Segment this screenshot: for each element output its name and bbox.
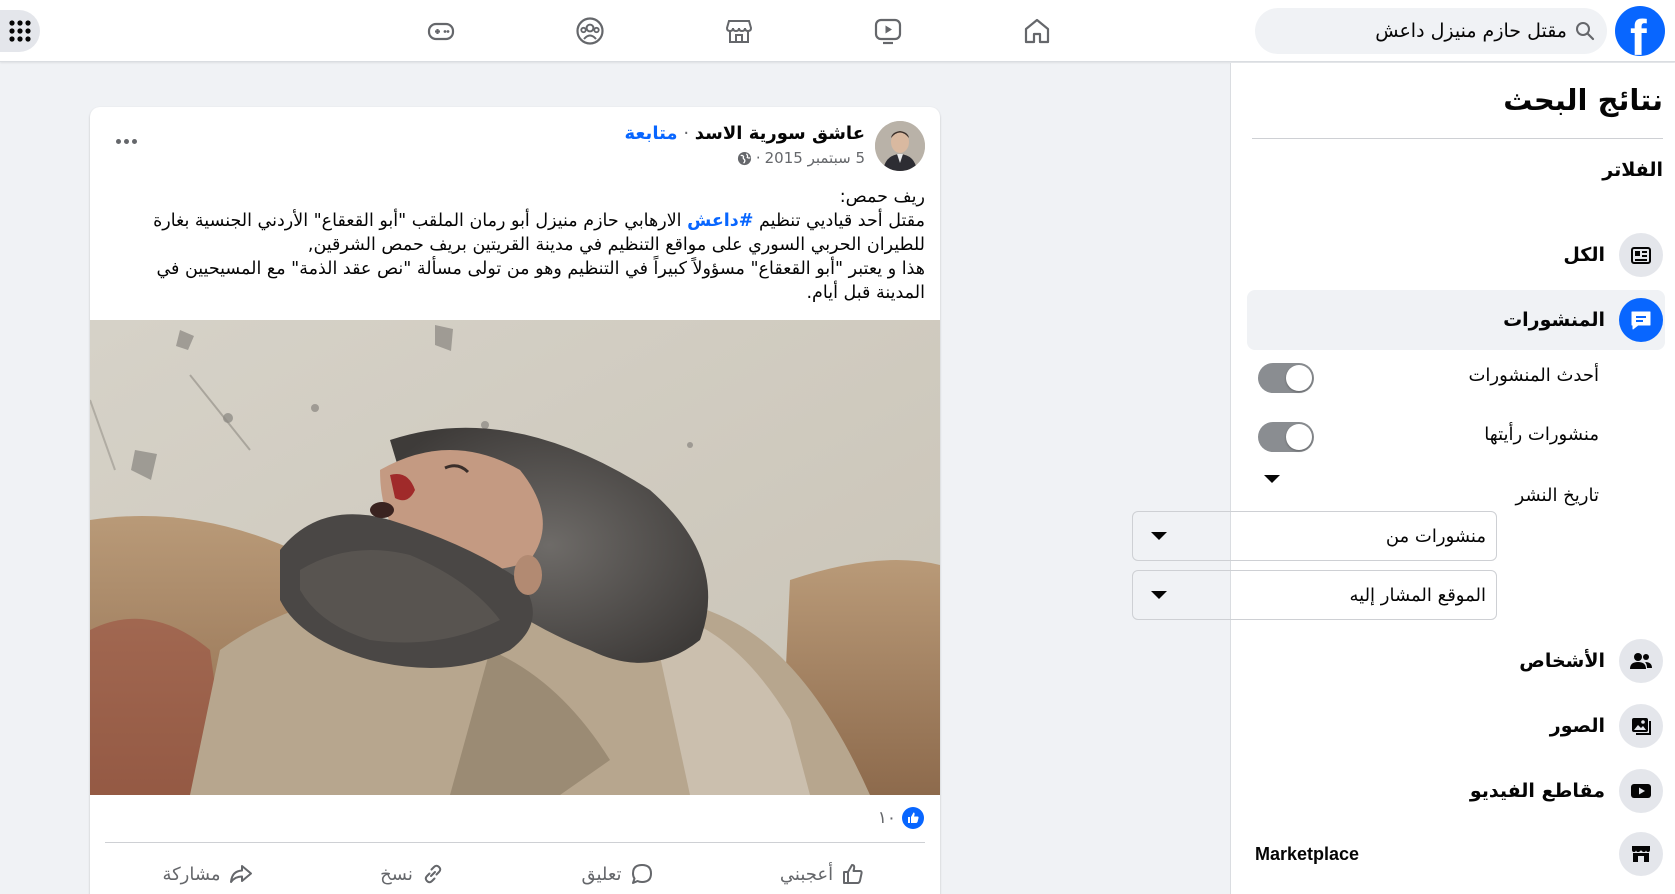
copy-label: نسخ: [380, 863, 413, 885]
search-input[interactable]: مقتل حازم منيزل داعش: [1375, 8, 1567, 54]
filter-label-all: الكل: [1563, 244, 1605, 266]
watch-icon: [874, 18, 902, 45]
gaming-icon: [427, 22, 455, 41]
search-sidebar: نتائج البحث الفلاتر الكل المنشورات أحدث …: [1132, 63, 1675, 894]
divider: [1252, 138, 1663, 139]
reaction-count: ١٠: [877, 808, 896, 828]
like-reaction-icon: [902, 807, 924, 829]
store-icon: [1632, 846, 1650, 862]
copy-button[interactable]: نسخ: [310, 852, 515, 894]
globe-icon: [737, 151, 751, 165]
seen-posts-label: منشورات رأيتها: [1484, 424, 1599, 445]
top-bar: مقتل حازم منيزل داعش f: [0, 0, 1675, 62]
meta-separator: ·: [755, 149, 761, 167]
recent-posts-toggle[interactable]: [1258, 363, 1314, 393]
post-author-line: عاشق سورية الاسد · متابعة: [624, 123, 865, 144]
search-icon: [1576, 22, 1595, 41]
watch-nav[interactable]: [869, 12, 907, 50]
home-nav[interactable]: [1018, 12, 1056, 50]
posts-from-dropdown[interactable]: منشورات من: [1132, 511, 1497, 561]
tagged-location-label: الموقع المشار إليه: [1349, 585, 1486, 606]
page-title: نتائج البحث: [1503, 83, 1663, 117]
facebook-logo-letter: f: [1630, 10, 1647, 56]
hashtag-link[interactable]: #داعش: [687, 211, 753, 231]
facebook-logo[interactable]: f: [1615, 6, 1665, 56]
marketplace-filter-icon[interactable]: [1619, 832, 1663, 876]
divider: [105, 842, 925, 843]
post-meta: 5 سبتمبر 2015 ·: [737, 149, 865, 167]
seen-posts-toggle[interactable]: [1258, 422, 1314, 452]
post-text: ريف حمص: مقتل أحد قياديي تنظيم #داعش الا…: [105, 185, 925, 305]
filter-label-marketplace[interactable]: Marketplace: [1255, 844, 1359, 865]
filter-label-posts: المنشورات: [1503, 309, 1605, 331]
home-icon: [1024, 18, 1050, 44]
follow-button[interactable]: متابعة: [624, 123, 677, 144]
more-dot-icon: [115, 138, 121, 144]
author-name[interactable]: عاشق سورية الاسد: [695, 123, 865, 144]
chevron-down-icon: [1151, 591, 1167, 599]
share-label: مشاركة: [162, 863, 221, 885]
filter-item-people[interactable]: الأشخاص: [1247, 631, 1665, 691]
chevron-down-icon: [1151, 532, 1167, 540]
more-dot-icon: [123, 138, 129, 144]
filter-label-videos: مقاطع الفيديو: [1469, 780, 1605, 802]
share-icon: [229, 865, 252, 883]
marketplace-nav[interactable]: [720, 12, 758, 50]
chevron-down-icon[interactable]: [1264, 475, 1280, 483]
post-card: عاشق سورية الاسد · متابعة 5 سبتمبر 2015 …: [90, 107, 940, 894]
like-icon: [843, 864, 863, 884]
separator: ·: [683, 123, 690, 144]
photos-icon: [1619, 704, 1663, 748]
more-dot-icon: [131, 138, 137, 144]
posts-icon: [1619, 298, 1663, 342]
search-field[interactable]: مقتل حازم منيزل داعش: [1255, 8, 1607, 54]
share-button[interactable]: مشاركة: [105, 852, 310, 894]
filter-label-people: الأشخاص: [1519, 650, 1605, 672]
tagged-location-dropdown[interactable]: الموقع المشار إليه: [1132, 570, 1497, 620]
groups-icon: [576, 17, 604, 45]
marketplace-icon: [725, 20, 753, 43]
more-options-button[interactable]: [108, 131, 144, 151]
groups-nav[interactable]: [571, 12, 609, 50]
gaming-nav[interactable]: [422, 12, 460, 50]
filter-item-photos[interactable]: الصور: [1247, 696, 1665, 756]
recent-posts-label: أحدث المنشورات: [1468, 365, 1599, 386]
link-icon: [424, 864, 442, 884]
all-results-icon: [1619, 233, 1663, 277]
post-photo[interactable]: [90, 320, 940, 795]
reactions-summary[interactable]: ١٠: [878, 807, 924, 829]
avatar[interactable]: [875, 121, 925, 171]
posts-from-label: منشورات من: [1385, 526, 1486, 547]
filter-item-posts[interactable]: المنشورات: [1247, 290, 1665, 350]
date-posted-filter[interactable]: تاريخ النشر: [1516, 476, 1599, 516]
post-actions: أعجبني تعليق نسخ مشاركة: [105, 852, 925, 894]
filter-item-videos[interactable]: مقاطع الفيديو: [1247, 761, 1665, 821]
post-text-line1: ريف حمص:: [839, 187, 925, 207]
filter-label-photos: الصور: [1549, 715, 1605, 737]
comment-icon: [631, 864, 652, 884]
post-text-line3: هذا و يعتبر "أبو القعقاع" مسؤولاً كبيراً…: [150, 259, 925, 303]
people-icon: [1619, 639, 1663, 683]
filters-heading: الفلاتر: [1602, 159, 1663, 181]
videos-icon: [1619, 769, 1663, 813]
menu-button[interactable]: [0, 10, 40, 52]
post-date[interactable]: 5 سبتمبر 2015: [765, 149, 865, 167]
post-text-line2-pre: مقتل أحد قياديي تنظيم: [753, 211, 925, 231]
filter-item-all[interactable]: الكل: [1247, 225, 1665, 285]
grid-menu-icon: [9, 20, 31, 42]
like-button[interactable]: أعجبني: [720, 852, 925, 894]
like-label: أعجبني: [779, 863, 834, 885]
comment-label: تعليق: [581, 863, 622, 885]
comment-button[interactable]: تعليق: [515, 852, 720, 894]
